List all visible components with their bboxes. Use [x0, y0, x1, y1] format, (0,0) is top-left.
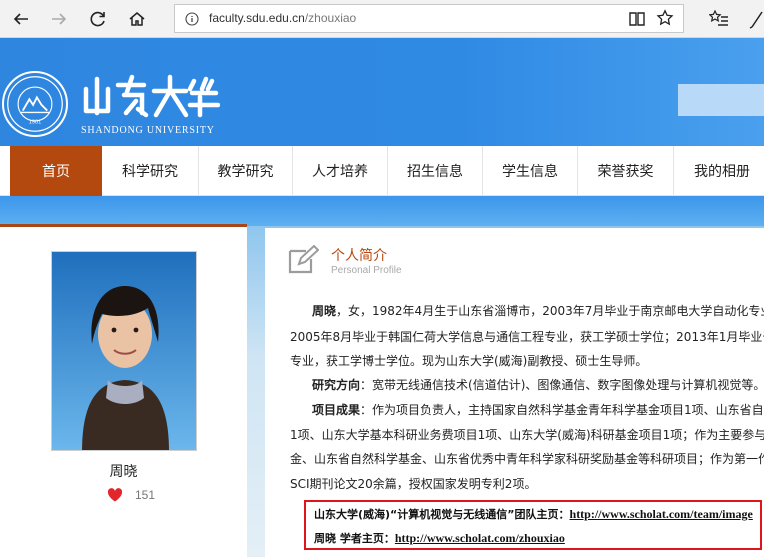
main-menu: 首页 科学研究 教学研究 人才培养 招生信息 学生信息 荣誉获奖 我的相册	[0, 146, 764, 196]
logo-english-name: SHANDONG UNIVERSITY	[81, 125, 215, 136]
personal-homepage-row: 周晓 学者主页：http://www.scholat.com/zhouxiao	[314, 531, 565, 545]
university-seal-logo[interactable]: 1901	[2, 71, 68, 137]
favorites-list-icon[interactable]	[709, 9, 729, 29]
team-homepage-link[interactable]: http://www.scholat.com/team/image	[570, 507, 753, 521]
bio-line-3: 专业，获工学博士学位。现为山东大学(威海)副教授、硕士生导师。	[290, 354, 648, 368]
menu-item-students[interactable]: 学生信息	[483, 146, 578, 196]
university-calligraphy-logo	[83, 74, 220, 118]
menu-item-home[interactable]: 首页	[10, 146, 102, 196]
site-header: 1901 SHANDONG UNIVERSITY	[0, 38, 764, 146]
back-button[interactable]	[8, 6, 34, 32]
favorite-star-icon[interactable]	[656, 9, 674, 27]
reading-view-icon[interactable]	[628, 10, 646, 28]
profile-content: 个人简介 Personal Profile 周晓，女，1982年4月生于山东省淄…	[265, 228, 764, 557]
home-icon	[129, 12, 145, 26]
back-arrow-icon	[13, 13, 28, 25]
forward-button[interactable]	[46, 6, 72, 32]
info-icon[interactable]	[185, 12, 199, 26]
menu-item-talent[interactable]: 人才培养	[293, 146, 388, 196]
profile-name: 周晓	[109, 464, 138, 480]
pen-icon[interactable]	[748, 9, 764, 29]
projects-line-2: 1项、山东大学基本科研业务费项目1项、山东大学(威海)科研基金项目1项；作为主要…	[290, 428, 764, 442]
refresh-button[interactable]	[85, 6, 111, 32]
research-direction: 研究方向：宽带无线通信技术(信道估计)、图像通信、数字图像处理与计算机视觉等。	[312, 378, 764, 392]
like-count: 151	[135, 488, 156, 502]
projects-line-3: 金、山东省自然科学基金、山东省优秀中青年科学家科研奖励基金等科研项目；作为第一作…	[290, 452, 764, 466]
section-subtitle: Personal Profile	[331, 265, 402, 276]
bio-line-2: 2005年8月毕业于韩国仁荷大学信息与通信工程专业，获工学硕士学位；2013年1…	[290, 330, 764, 344]
heart-icon[interactable]	[107, 488, 123, 502]
header-band	[0, 196, 764, 226]
personal-homepage-link[interactable]: http://www.scholat.com/zhouxiao	[395, 531, 565, 545]
svg-text:1901: 1901	[29, 120, 42, 126]
bio-line-1: 周晓，女，1982年4月生于山东省淄博市，2003年7月毕业于南京邮电大学自动化…	[312, 304, 764, 318]
profile-card: 周晓 151	[0, 224, 247, 557]
menu-item-research[interactable]: 科学研究	[102, 146, 199, 196]
homepage-links-box: 山东大学(威海)“计算机视觉与无线通信”团队主页：http://www.scho…	[304, 500, 762, 550]
menu-item-teaching[interactable]: 教学研究	[199, 146, 293, 196]
forward-arrow-icon	[52, 13, 67, 25]
projects-line-1: 项目成果：作为项目负责人，主持国家自然科学基金青年科学基金项目1项、山东省自然科	[312, 403, 764, 417]
section-title: 个人简介	[331, 248, 387, 264]
home-button[interactable]	[124, 6, 150, 32]
profile-photo	[51, 251, 197, 451]
projects-line-4: SCI期刊论文20余篇，授权国家发明专利2项。	[290, 477, 537, 491]
address-bar[interactable]: faculty.sdu.edu.cn/zhouxiao	[174, 4, 684, 33]
browser-toolbar: faculty.sdu.edu.cn/zhouxiao	[0, 0, 764, 38]
edit-profile-icon	[288, 245, 319, 274]
url-text: faculty.sdu.edu.cn/zhouxiao	[209, 11, 357, 25]
menu-item-admissions[interactable]: 招生信息	[388, 146, 483, 196]
like-widget[interactable]: 151	[107, 488, 155, 502]
menu-item-honors[interactable]: 荣誉获奖	[578, 146, 674, 196]
team-homepage-row: 山东大学(威海)“计算机视觉与无线通信”团队主页：http://www.scho…	[314, 507, 753, 521]
header-search-box[interactable]	[678, 84, 764, 116]
menu-item-album[interactable]: 我的相册	[674, 146, 764, 196]
refresh-icon	[90, 11, 105, 27]
